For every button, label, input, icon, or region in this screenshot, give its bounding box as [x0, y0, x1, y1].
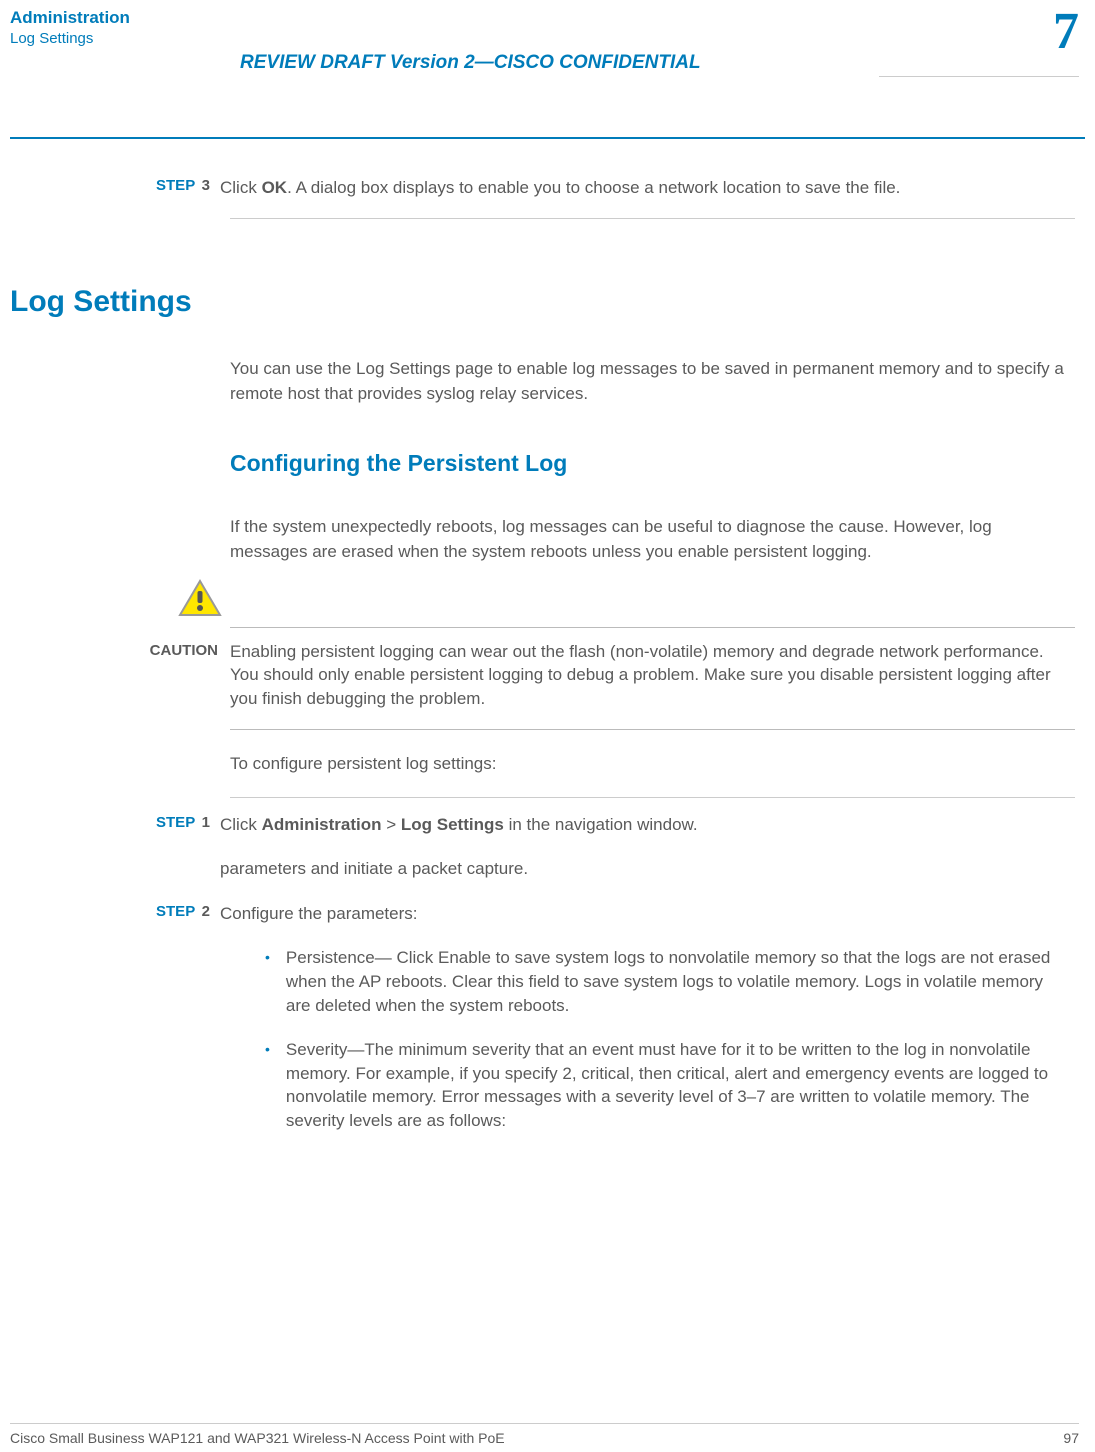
- page-header: Administration Log Settings REVIEW DRAFT…: [0, 0, 1095, 47]
- caution-divider-bottom: [230, 729, 1075, 730]
- step3-bold: OK: [262, 178, 288, 197]
- review-draft-banner: REVIEW DRAFT Version 2—CISCO CONFIDENTIA…: [240, 52, 701, 74]
- caution-block: CAUTION Enabling persistent logging can …: [10, 640, 1085, 711]
- intro-pre: You can use the: [230, 359, 356, 378]
- step3-pre: Click: [220, 178, 262, 197]
- page-divider: [10, 137, 1085, 139]
- paragraph-2: To configure persistent log settings:: [230, 752, 1085, 777]
- header-title: Administration: [10, 8, 1085, 28]
- header-subtitle: Log Settings: [10, 30, 1085, 47]
- caution-label: CAUTION: [10, 640, 218, 659]
- heading-log-settings: Log Settings: [10, 285, 1085, 319]
- caution-text: Enabling persistent logging can wear out…: [230, 640, 1085, 711]
- caution-icon: [178, 579, 222, 624]
- s1-bold1: Administration: [262, 815, 382, 834]
- chapter-badge: 7: [1053, 6, 1079, 58]
- step-2-body: Configure the parameters:: [220, 903, 1075, 926]
- bullet-dot-icon: •: [265, 1041, 270, 1133]
- b1-bold: Persistence: [286, 948, 375, 967]
- intro-paragraph: You can use the Log Settings page to ena…: [230, 357, 1085, 406]
- b2-post: —The minimum severity that an event must…: [286, 1040, 1048, 1130]
- b2-bold: Severity: [286, 1040, 347, 1059]
- step-2-block: STEP 2 Configure the parameters:: [10, 903, 1085, 926]
- step-1-body: Click Administration > Log Settings in t…: [220, 814, 1075, 882]
- b1-bold2: Enable: [438, 948, 491, 967]
- step-word: STEP: [156, 903, 195, 920]
- step-2-label: STEP 2: [10, 903, 220, 926]
- bullet-2-text: Severity—The minimum severity that an ev…: [286, 1038, 1055, 1133]
- b1-dash: — Click: [375, 948, 438, 967]
- footer-left: Cisco Small Business WAP121 and WAP321 W…: [10, 1430, 505, 1446]
- step-1-block: STEP 1 Click Administration > Log Settin…: [10, 814, 1085, 882]
- step-3-body: Click OK. A dialog box displays to enabl…: [220, 177, 1075, 200]
- s1-mid: >: [382, 815, 401, 834]
- page-footer: Cisco Small Business WAP121 and WAP321 W…: [10, 1423, 1079, 1446]
- paragraph-1: If the system unexpectedly reboots, log …: [230, 515, 1085, 564]
- step-word: STEP: [156, 814, 195, 831]
- chapter-number: 7: [1053, 3, 1079, 60]
- step-3-block: STEP 3 Click OK. A dialog box displays t…: [10, 177, 1085, 200]
- step-word: STEP: [156, 177, 195, 194]
- bullet-persistence: • Persistence— Click Enable to save syst…: [265, 946, 1055, 1017]
- s1-post: in the navigation window.: [504, 815, 698, 834]
- footer-page-number: 97: [1063, 1430, 1079, 1446]
- s1-bold2: Log Settings: [401, 815, 504, 834]
- s1-pre: Click: [220, 815, 262, 834]
- chapter-divider: [879, 76, 1079, 77]
- divider: [230, 797, 1075, 798]
- bullet-list: • Persistence— Click Enable to save syst…: [265, 946, 1085, 1133]
- step-number: 1: [202, 814, 210, 831]
- caution-label-col: CAUTION: [10, 640, 230, 711]
- heading-persistent-log: Configuring the Persistent Log: [230, 450, 1085, 477]
- step-1-label: STEP 1: [10, 814, 220, 882]
- step-3-label: STEP 3: [10, 177, 220, 200]
- caution-divider-top: [230, 627, 1075, 628]
- content-area: STEP 3 Click OK. A dialog box displays t…: [0, 177, 1095, 1133]
- step3-post: . A dialog box displays to enable you to…: [287, 178, 900, 197]
- intro-bold: Log Settings: [356, 359, 451, 378]
- divider: [230, 218, 1075, 219]
- s1-line2: parameters and initiate a packet capture…: [220, 858, 1075, 881]
- bullet-severity: • Severity—The minimum severity that an …: [265, 1038, 1055, 1133]
- bullet-1-text: Persistence— Click Enable to save system…: [286, 946, 1055, 1017]
- bullet-dot-icon: •: [265, 949, 270, 1017]
- step-number: 3: [202, 177, 210, 194]
- step-number: 2: [202, 903, 210, 920]
